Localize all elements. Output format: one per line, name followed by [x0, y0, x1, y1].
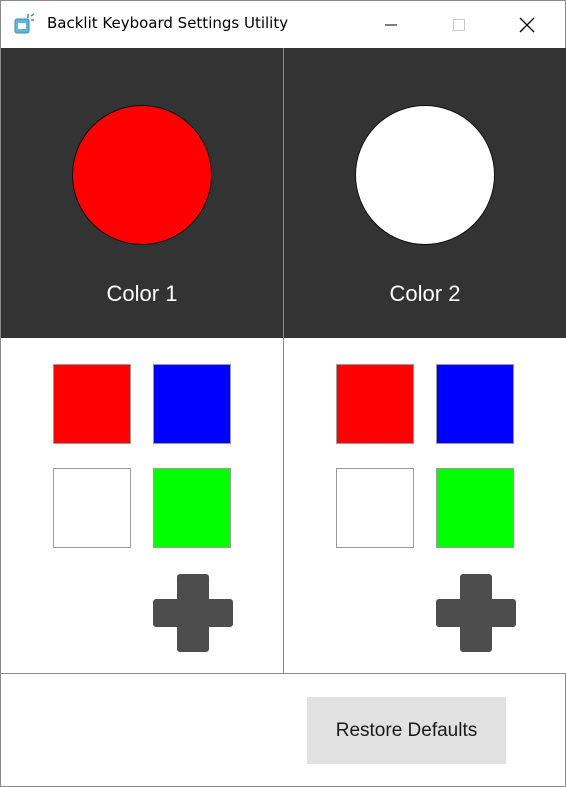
close-icon	[519, 17, 535, 32]
maximize-button[interactable]	[436, 1, 482, 48]
color-label-2: Color 2	[389, 281, 461, 306]
color-panel-1: Color 1	[1, 48, 283, 673]
add-color-button-1[interactable]	[153, 572, 233, 654]
swatch-white-2[interactable]	[336, 468, 414, 548]
title-bar[interactable]: Backlit Keyboard Settings Utility	[1, 1, 565, 48]
color-panel-2: Color 2	[284, 48, 566, 673]
color-preview-area-2: Color 2	[284, 48, 566, 338]
app-window: Backlit Keyboard Settings Utility Color …	[0, 0, 566, 787]
minimize-button[interactable]	[368, 1, 414, 48]
maximize-icon	[453, 18, 465, 31]
add-color-button-2[interactable]	[436, 572, 516, 654]
color-preview-area-1: Color 1	[1, 48, 283, 338]
swatch-red-2[interactable]	[336, 364, 414, 444]
footer-divider	[1, 673, 565, 674]
swatch-red-1[interactable]	[53, 364, 131, 444]
minimize-icon	[385, 24, 397, 25]
window-title: Backlit Keyboard Settings Utility	[47, 14, 289, 32]
swatch-green-1[interactable]	[153, 468, 231, 548]
plus-icon	[436, 574, 516, 652]
restore-defaults-button[interactable]: Restore Defaults	[307, 697, 506, 764]
swatch-white-1[interactable]	[53, 468, 131, 548]
panel-divider	[283, 48, 284, 673]
swatch-blue-2[interactable]	[436, 364, 514, 444]
close-button[interactable]	[504, 1, 550, 48]
swatch-green-2[interactable]	[436, 468, 514, 548]
app-icon	[14, 13, 35, 34]
color-label-1: Color 1	[106, 281, 178, 306]
plus-icon	[153, 574, 233, 652]
swatch-blue-1[interactable]	[153, 364, 231, 444]
selected-color-circle-2[interactable]	[355, 105, 495, 245]
selected-color-circle-1[interactable]	[72, 105, 212, 245]
